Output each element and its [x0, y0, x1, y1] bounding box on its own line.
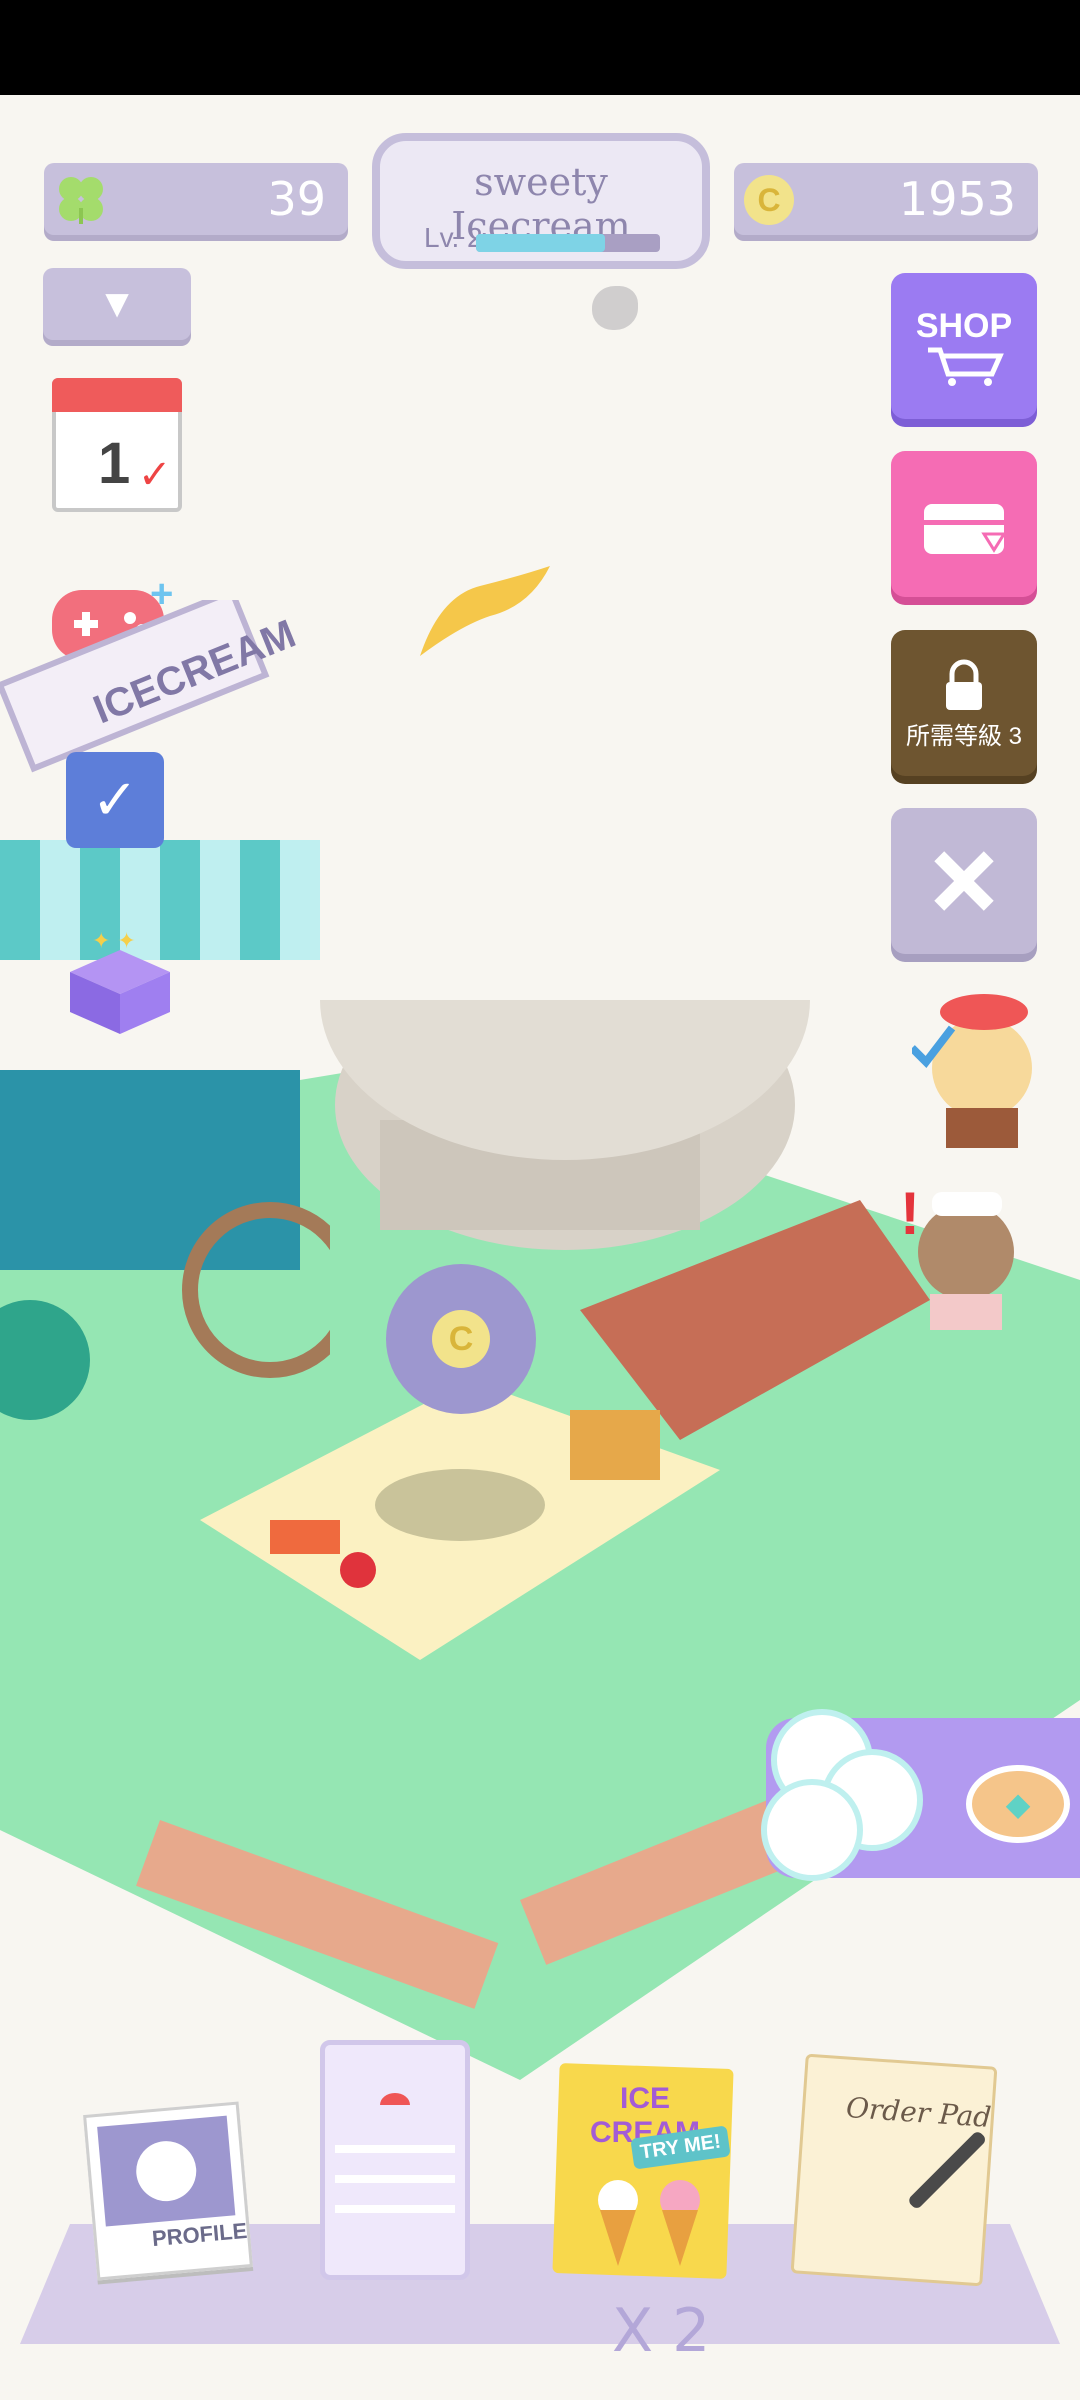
shop-button[interactable]: SHOP	[891, 273, 1037, 419]
icecream-cone-icon	[598, 2180, 700, 2266]
dropdown-button[interactable]: ▼	[43, 268, 191, 340]
tools-icon	[934, 851, 994, 911]
apple-icon	[340, 1552, 376, 1588]
calendar-day: 1	[98, 431, 131, 496]
cart-body	[0, 1070, 300, 1270]
shop-label: SHOP	[915, 306, 1013, 345]
sparkle-icon: ✦ ✦	[92, 930, 136, 954]
cotton-cloud-icon[interactable]	[752, 1690, 932, 1890]
coin-icon: C	[432, 1310, 490, 1368]
treasure-chest-button[interactable]	[891, 451, 1037, 597]
banana-peel-icon[interactable]	[410, 556, 556, 666]
check-icon: ✓	[91, 768, 139, 831]
fridge-icon	[335, 2093, 455, 2213]
dog-customer-avatar[interactable]	[912, 988, 1036, 1148]
chest-icon	[924, 504, 1007, 554]
speed-multiplier: X 2	[612, 2296, 711, 2366]
dog-portrait-icon	[97, 2115, 236, 2227]
coin-collect-bubble[interactable]: C	[386, 1264, 536, 1414]
status-bar	[0, 0, 1080, 95]
cat-customer-avatar[interactable]: !	[896, 1170, 1020, 1330]
tools-button[interactable]	[891, 808, 1037, 954]
mystery-box-button[interactable]: ✦ ✦	[62, 930, 178, 1040]
alert-icon: !	[900, 1180, 920, 1247]
profile-button[interactable]	[83, 2101, 253, 2281]
coin-icon: C	[744, 175, 794, 225]
book-icon	[270, 1520, 340, 1554]
gem-icon: ◆	[1005, 1786, 1031, 1822]
locked-label: 所需等級 3	[905, 722, 1022, 750]
level-label: Lv. 2	[424, 222, 483, 253]
chevron-down-icon: ▼	[97, 281, 137, 326]
pen-icon	[909, 2132, 985, 2208]
coin-count: 1953	[898, 172, 1016, 226]
level-progress-fill	[476, 234, 605, 252]
gem-reward-button[interactable]: ◆	[966, 1765, 1070, 1843]
calendar-check-icon: ✓	[138, 453, 172, 497]
fridge-button[interactable]	[320, 2040, 470, 2280]
lock-icon	[946, 659, 982, 710]
cart-icon	[928, 347, 1004, 386]
calendar-header	[52, 378, 182, 412]
tasks-button[interactable]: ✓	[66, 752, 164, 848]
rock-decoration	[592, 286, 638, 330]
clover-count: 39	[267, 172, 326, 226]
sleeping-dog	[375, 1469, 545, 1541]
clover-icon	[59, 177, 103, 224]
locked-outfit-button[interactable]: 所需等級 3	[891, 630, 1037, 776]
basket-icon	[570, 1410, 660, 1480]
